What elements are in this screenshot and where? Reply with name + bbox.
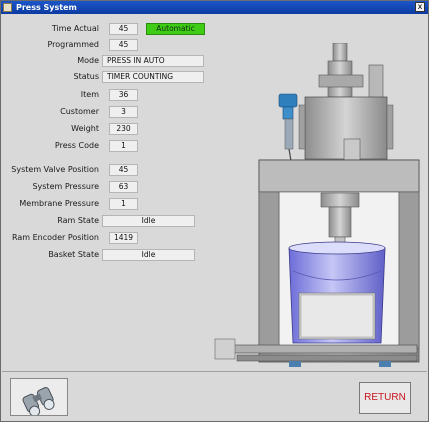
- automatic-indicator: Automatic: [146, 23, 205, 35]
- mode-label: Mode: [77, 56, 99, 65]
- programmed-value: 45: [109, 39, 138, 51]
- return-button[interactable]: RETURN: [359, 382, 411, 414]
- membrane-pressure-label: Membrane Pressure: [19, 199, 99, 208]
- window-title: Press System: [16, 3, 77, 12]
- binoculars-icon: [22, 386, 55, 417]
- programmed-label: Programmed: [47, 40, 99, 49]
- main-panel: Time Actual 45 Automatic Programmed 45 M…: [2, 15, 427, 369]
- ram-state-label: Ram State: [57, 216, 99, 225]
- press-machine-diagram: [214, 43, 420, 367]
- press-code-label: Press Code: [54, 141, 99, 150]
- press-system-window: Press System x Time Actual 45 Automatic …: [0, 0, 429, 422]
- customer-label: Customer: [60, 107, 99, 116]
- time-actual-label: Time Actual: [51, 24, 99, 33]
- basket-state-value: Idle: [102, 249, 195, 261]
- membrane-pressure-value: 1: [109, 198, 138, 210]
- status-value: TIMER COUNTING: [102, 71, 204, 83]
- status-label: Status: [73, 72, 100, 81]
- bottom-toolbar: RETURN: [2, 371, 427, 421]
- title-bar: Press System x: [1, 1, 428, 14]
- ram-encoder-label: Ram Encoder Position: [11, 233, 99, 242]
- item-value: 36: [109, 89, 138, 101]
- customer-value: 3: [109, 106, 138, 118]
- ram-encoder-value: 1419: [109, 232, 138, 244]
- system-pressure-value: 63: [109, 181, 138, 193]
- weight-label: Weight: [71, 124, 99, 133]
- time-actual-value: 45: [109, 23, 138, 35]
- item-label: Item: [80, 90, 99, 99]
- binoculars-button[interactable]: [10, 378, 68, 417]
- basket-state-label: Basket State: [48, 250, 99, 259]
- system-valve-value: 45: [109, 164, 138, 176]
- close-button[interactable]: x: [415, 2, 425, 12]
- system-pressure-label: System Pressure: [32, 182, 99, 191]
- ram-state-value: Idle: [102, 215, 195, 227]
- press-code-value: 1: [109, 140, 138, 152]
- weight-value: 230: [109, 123, 138, 135]
- mode-value: PRESS IN AUTO: [102, 55, 204, 67]
- system-valve-label: System Valve Position: [11, 165, 99, 174]
- app-icon: [3, 3, 12, 12]
